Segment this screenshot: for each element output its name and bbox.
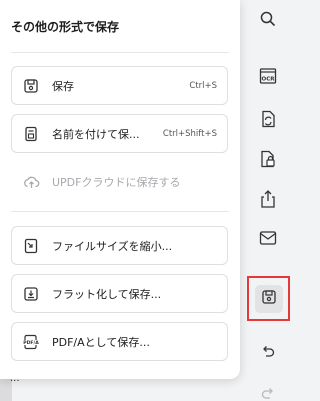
save-pdfa-label: PDF/Aとして保存... [52,335,150,349]
save-as-shortcut: Ctrl+Shift+S [162,128,217,139]
cloud-upload-icon [22,173,40,191]
save-as-panel: その他の形式で保存 保存 Ctrl+S 名前を付けて保... Ctrl+Shif… [0,0,240,379]
protect-icon [259,149,277,173]
pdfa-badge: PDF/A [23,340,39,346]
save-as-tool-button[interactable] [247,276,290,321]
save-icon [261,289,277,309]
save-as-icon [22,125,40,143]
reduce-size-icon [22,237,40,255]
save-as-label: 名前を付けて保... [52,127,140,141]
divider [11,52,229,53]
flatten-button[interactable]: フラット化して保存... [11,274,228,313]
pdfa-icon: PDF/A [22,333,40,351]
reduce-size-label: ファイルサイズを縮小... [52,239,173,253]
share-button[interactable] [253,186,283,216]
save-tool-highlight [254,284,283,313]
flatten-icon [22,285,40,303]
save-button[interactable]: 保存 Ctrl+S [11,66,228,105]
undo-icon [260,343,276,362]
mail-button[interactable] [253,225,283,255]
search-icon [259,10,277,32]
ocr-text: OCR [262,77,276,83]
share-icon [259,189,277,213]
redo-icon [260,385,276,401]
save-shortcut: Ctrl+S [189,80,217,91]
divider [11,211,229,212]
convert-icon [259,109,277,133]
undo-button[interactable] [253,337,283,367]
convert-button[interactable] [253,106,283,136]
save-icon [22,77,40,95]
save-as-button[interactable]: 名前を付けて保... Ctrl+Shift+S [11,114,228,153]
search-button[interactable] [253,6,283,36]
panel-title: その他の形式で保存 [11,20,120,34]
flatten-label: フラット化して保存... [52,287,162,301]
save-pdfa-button[interactable]: PDF/A PDF/Aとして保存... [11,322,228,361]
mail-icon [258,229,278,251]
reduce-size-button[interactable]: ファイルサイズを縮小... [11,226,228,265]
ocr-button[interactable]: OCR [253,63,283,93]
ocr-icon: OCR [258,66,278,90]
save-to-cloud-label: UPDFクラウドに保存する [52,175,181,189]
protect-button[interactable] [253,146,283,176]
save-to-cloud-button[interactable]: UPDFクラウドに保存する [11,162,228,201]
save-label: 保存 [52,79,74,93]
redo-button[interactable] [253,379,283,401]
